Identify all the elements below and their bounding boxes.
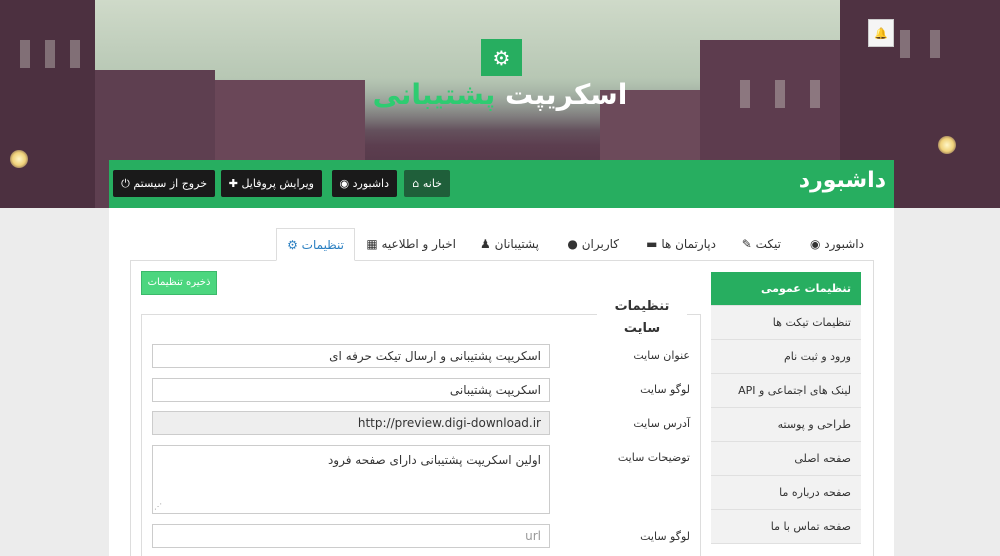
tab-bar: ◉ داشبورد ✎ تیکت ▬ دپارتمان ها ● کاربران… xyxy=(130,228,874,261)
street-lamp xyxy=(938,136,956,154)
fieldset-legend: تنظیمات سایت xyxy=(597,296,687,336)
home-icon: ⌂ xyxy=(412,177,420,190)
tab-label: پشتیبانان xyxy=(494,237,539,251)
window xyxy=(930,30,940,58)
site-title-accent: پشتیبانی xyxy=(372,78,496,111)
tab-departments[interactable]: ▬ دپارتمان ها xyxy=(636,228,726,261)
tab-ticket[interactable]: ✎ تیکت xyxy=(732,228,791,261)
sidebar-item-home[interactable]: صفحه اصلی xyxy=(711,442,861,476)
tab-label: تنظیمات xyxy=(301,238,344,252)
tab-label: داشبورد xyxy=(824,237,864,251)
field-label: عنوان سایت xyxy=(633,349,690,362)
cubes-icon: ▦ xyxy=(366,237,378,251)
folder-icon: ▬ xyxy=(646,237,658,251)
sidebar-item-about[interactable]: صفحه درباره ما xyxy=(711,476,861,510)
window xyxy=(20,40,30,68)
tab-label: کاربران xyxy=(581,237,619,251)
ticket-icon: ✎ xyxy=(741,237,752,251)
page-title: داشبورد xyxy=(798,168,886,193)
field-label: توضیحات سایت xyxy=(617,451,690,464)
tab-settings[interactable]: ⚙ تنظیمات xyxy=(276,228,355,261)
sidebar-item-contact[interactable]: صفحه تماس با ما xyxy=(711,510,861,544)
settings-sidebar: تنظیمات عمومی تنظیمات تیکت ها ورود و ثبت… xyxy=(711,272,861,544)
gear-icon: ⚙ xyxy=(287,238,298,252)
window xyxy=(740,80,750,108)
sidebar-item-general[interactable]: تنظیمات عمومی xyxy=(711,272,861,306)
sidebar-item-social[interactable]: لینک های اجتماعی و API xyxy=(711,374,861,408)
tab-dashboard[interactable]: ◉ داشبورد xyxy=(800,228,874,261)
window xyxy=(45,40,55,68)
building xyxy=(0,0,95,208)
save-settings-button[interactable]: ذخیره تنظیمات xyxy=(141,271,217,295)
site-description-field[interactable]: اولین اسکریپت پشتیبانی دارای صفحه فرود xyxy=(152,445,550,514)
bell-icon[interactable]: 🔔 xyxy=(868,19,894,47)
dashboard-button[interactable]: ◉ داشبورد xyxy=(331,170,397,197)
home-button[interactable]: ⌂ خانه xyxy=(404,170,450,197)
site-title-main: اسکریپت xyxy=(504,78,628,111)
site-logo-url-field[interactable]: url xyxy=(152,524,550,548)
tab-label: تیکت xyxy=(755,237,781,251)
tab-label: اخبار و اطلاعیه xyxy=(381,237,456,251)
dashboard-button-label: داشبورد xyxy=(352,177,389,190)
field-label: لوگو سایت xyxy=(640,383,690,396)
tab-label: دپارتمان ها xyxy=(661,237,716,251)
window xyxy=(775,80,785,108)
user-icon: ● xyxy=(567,237,578,251)
site-url-field: http://preview.digi-download.ir xyxy=(152,411,550,435)
field-label: لوگو سایت xyxy=(640,530,690,543)
header-bar: داشبورد ⌂ خانه ◉ داشبورد ✚ ویرایش پروفای… xyxy=(109,160,894,208)
window xyxy=(810,80,820,108)
sidebar-item-tickets[interactable]: تنظیمات تیکت ها xyxy=(711,306,861,340)
dashboard-icon: ◉ xyxy=(339,177,350,190)
tab-supporters[interactable]: ♟ پشتیبانان xyxy=(470,228,549,261)
edit-profile-button[interactable]: ✚ ویرایش پروفایل xyxy=(220,170,322,197)
site-title: اسکریپت پشتیبانی xyxy=(350,78,650,111)
street-lamp xyxy=(10,150,28,168)
gear-icon: ⚙ xyxy=(481,39,522,76)
window xyxy=(900,30,910,58)
edit-profile-button-label: ویرایش پروفایل xyxy=(241,177,314,190)
user-plus-icon: ✚ xyxy=(228,177,238,190)
power-icon: ⏻ xyxy=(121,177,130,190)
site-logo-text-field[interactable]: اسکریپت پشتیبانی xyxy=(152,378,550,402)
sidebar-item-theme[interactable]: طراحی و پوسته xyxy=(711,408,861,442)
dashboard-icon: ◉ xyxy=(809,237,821,251)
tab-users[interactable]: ● کاربران xyxy=(557,228,629,261)
logout-button-label: خروج از سیستم xyxy=(133,177,207,190)
window xyxy=(70,40,80,68)
resize-handle-icon[interactable]: ⋰ xyxy=(154,502,162,511)
sidebar-item-login[interactable]: ورود و ثبت نام xyxy=(711,340,861,374)
home-button-label: خانه xyxy=(422,177,442,190)
support-agent-icon: ♟ xyxy=(480,237,491,251)
site-title-field[interactable]: اسکریپت پشتیبانی و ارسال تیکت حرفه ای xyxy=(152,344,550,368)
field-label: آدرس سایت xyxy=(633,417,690,430)
tab-news[interactable]: ▦ اخبار و اطلاعیه xyxy=(356,228,466,261)
logout-button[interactable]: ⏻ خروج از سیستم xyxy=(113,170,215,197)
